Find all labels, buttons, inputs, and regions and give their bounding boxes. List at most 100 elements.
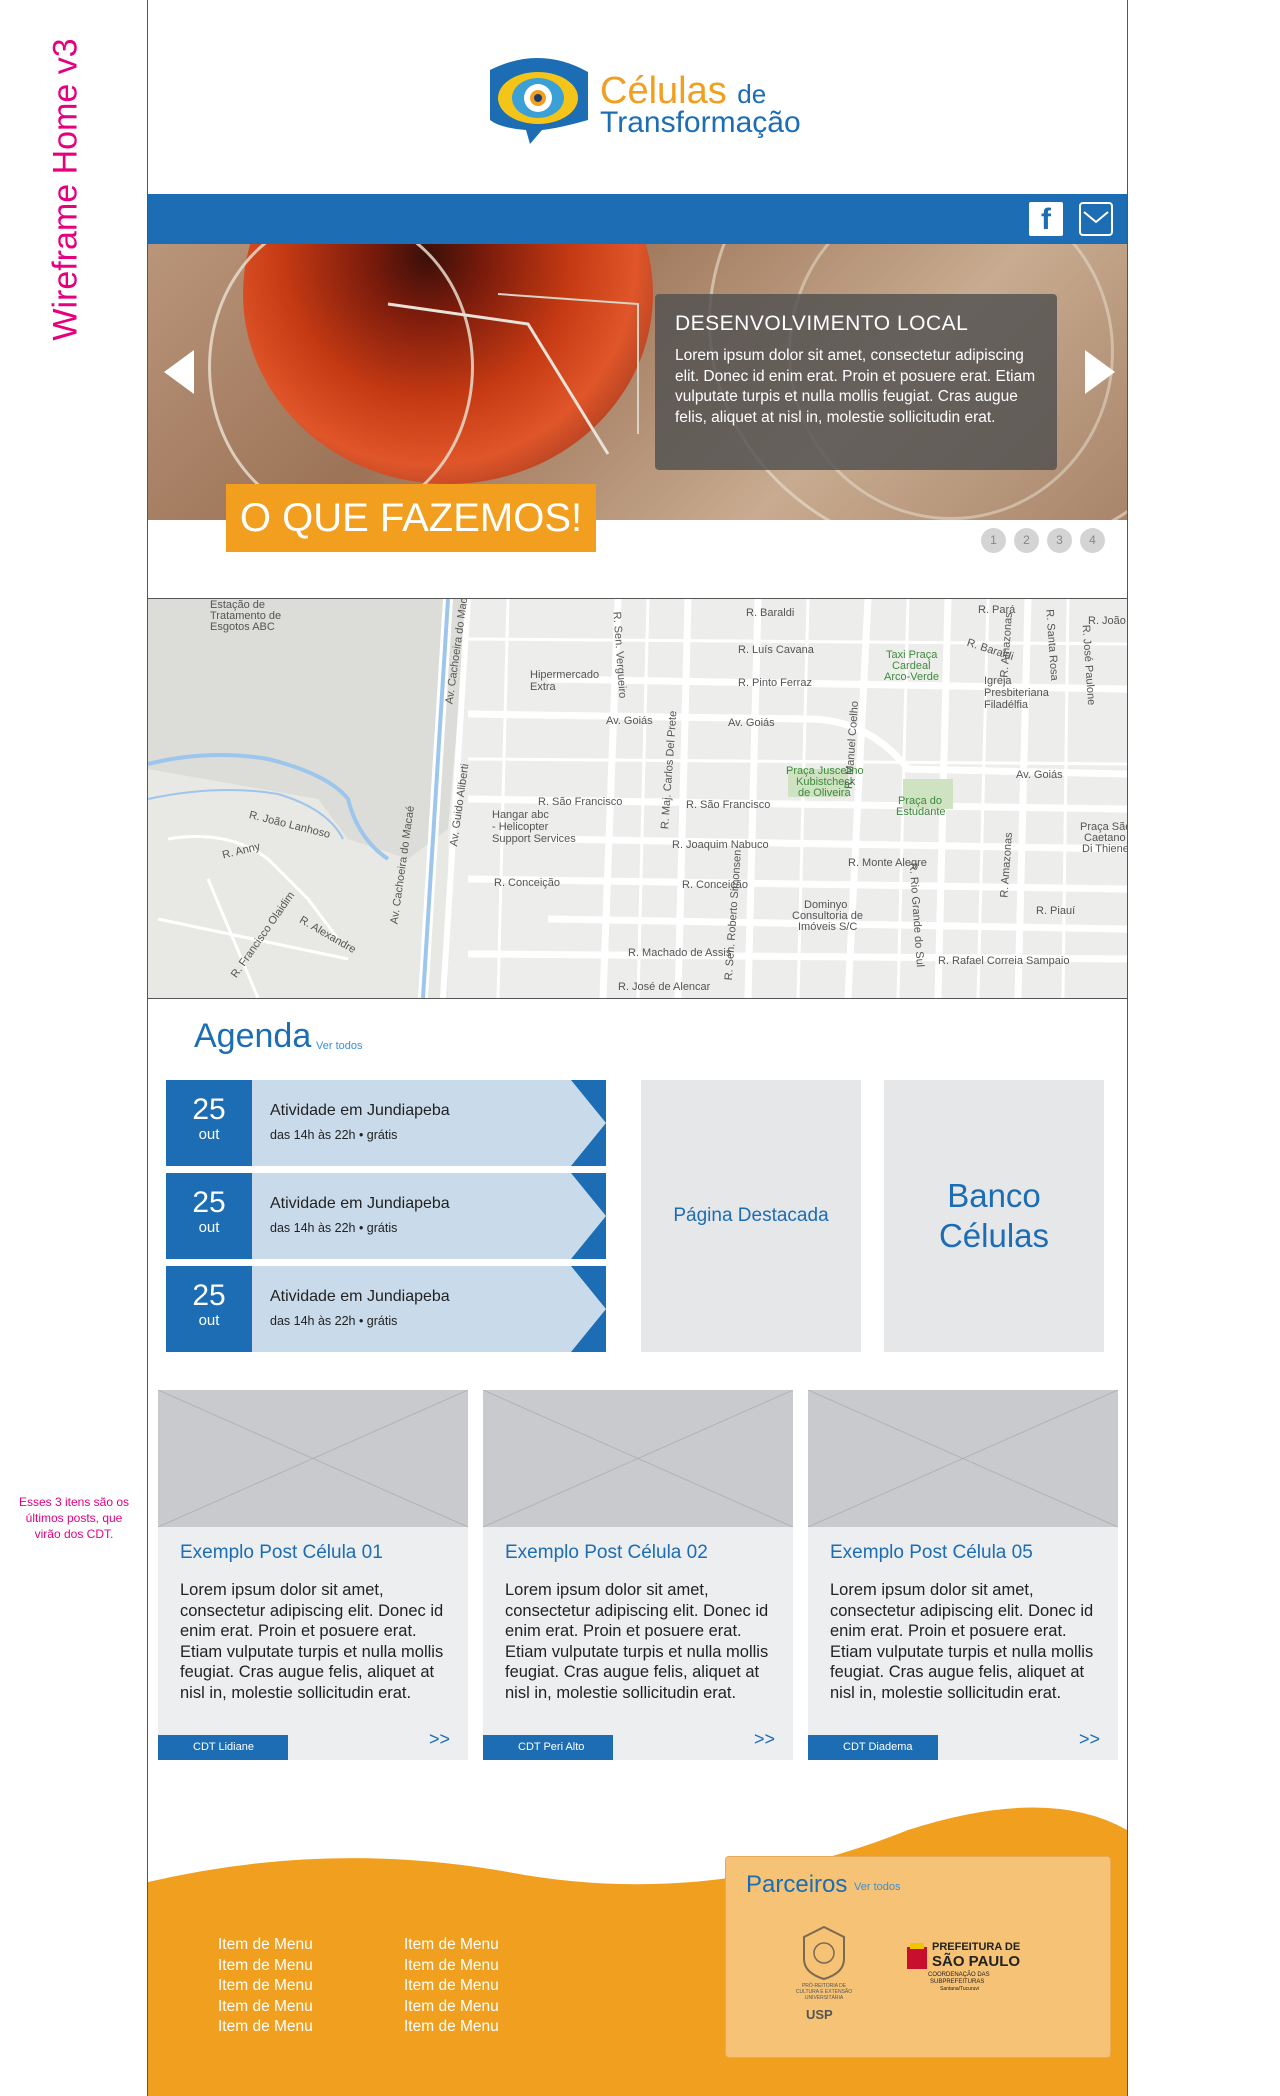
what-we-do-button[interactable]: O QUE FAZEMOS! (226, 484, 596, 552)
post-image-placeholder (808, 1390, 1118, 1527)
logo-text-transformacao: Transformação (600, 106, 801, 139)
map-label: Support Services (492, 833, 576, 845)
map-label: Di Thiene (1082, 843, 1127, 855)
footer-menu-item[interactable]: Item de Menu (404, 1997, 499, 2018)
usp-text: PRÓ-REITORIA DE CULTURA E EXTENSÃO UNIVERS… (795, 1983, 853, 2001)
featured-page-card[interactable]: Página Destacada (641, 1080, 861, 1352)
sao-paulo-text: SUBPREFEITURAS (930, 1979, 985, 1985)
map-label: Av. Goiás (1016, 769, 1063, 781)
usp-logo[interactable]: PRÓ-REITORIA DE CULTURA E EXTENSÃO UNIVERS… (792, 1923, 856, 2027)
agenda-title: Agenda (194, 1017, 312, 1055)
map-label: R. São Francisco (686, 799, 771, 811)
event-item[interactable]: 25 out Atividade em Jundiapeba das 14h à… (166, 1080, 606, 1166)
map-label: Extra (530, 681, 556, 693)
footer-menu-item[interactable]: Item de Menu (218, 2017, 313, 2038)
partners-box: Parceiros Ver todos PRÓ-REITORIA DE CULTU… (725, 1856, 1111, 2058)
post-title[interactable]: Exemplo Post Célula 05 (830, 1542, 1033, 1564)
event-date: 25 out (166, 1080, 252, 1166)
slider-prev-arrow-icon[interactable] (164, 350, 194, 394)
sao-paulo-text: SÃO PAULO (932, 1953, 1021, 1970)
wireframe-title-text: Wireframe Home v3 (46, 38, 85, 341)
event-item[interactable]: 25 out Atividade em Jundiapeba das 14h à… (166, 1266, 606, 1352)
map-label: R. Machado de Assis (628, 947, 732, 959)
site-logo[interactable]: Células de Transformação (480, 50, 810, 145)
event-time: das 14h às 22h • grátis (270, 1314, 398, 1328)
post-card[interactable]: Exemplo Post Célula 05 Lorem ipsum dolor… (808, 1390, 1118, 1760)
map-label: Arco-Verde (884, 671, 940, 683)
map-label: Hipermercado (530, 669, 600, 681)
post-source-tag[interactable]: CDT Lidiane (158, 1735, 288, 1760)
event-item[interactable]: 25 out Atividade em Jundiapeba das 14h à… (166, 1173, 606, 1259)
footer-menu-item[interactable]: Item de Menu (404, 1956, 499, 1977)
event-day: 25 (192, 1186, 226, 1219)
mail-icon[interactable] (1079, 202, 1113, 236)
post-excerpt: Lorem ipsum dolor sit amet, consectetur … (180, 1581, 444, 1702)
slider-page-dot[interactable]: 4 (1080, 528, 1105, 553)
hero-wire-hook (387, 293, 639, 455)
slider-pagination: 1 2 3 4 (981, 528, 1105, 553)
hero-slider: DESENVOLVIMENTO LOCAL Lorem ipsum dolor … (148, 244, 1127, 520)
map-label: Presbiteriana (984, 687, 1049, 699)
event-title: Atividade em Jundiapeba (270, 1102, 450, 1119)
footer-menu-item[interactable]: Item de Menu (218, 1956, 313, 1977)
post-card[interactable]: Exemplo Post Célula 02 Lorem ipsum dolor… (483, 1390, 793, 1760)
social-bar: f (148, 194, 1127, 244)
post-excerpt: Lorem ipsum dolor sit amet, consectetur … (830, 1581, 1094, 1702)
usp-seal-icon (803, 1925, 845, 1981)
sao-paulo-text: COORDENAÇÃO DAS (928, 1972, 990, 1978)
map-label: Hangar abc (492, 809, 549, 821)
post-title[interactable]: Exemplo Post Célula 02 (505, 1542, 708, 1564)
map-label: de Oliveira (798, 787, 851, 799)
post-image-placeholder (483, 1390, 793, 1527)
event-date: 25 out (166, 1173, 252, 1259)
usp-name: USP (806, 2007, 833, 2022)
map-label: R. Piauí (1036, 905, 1076, 917)
facebook-icon[interactable]: f (1029, 202, 1063, 236)
footer-menu-item[interactable]: Item de Menu (218, 1935, 313, 1956)
map-label: Estudante (896, 806, 946, 818)
post-source-tag[interactable]: CDT Peri Alto (483, 1735, 613, 1760)
map-label: R. Conceição (494, 877, 561, 889)
map-label: R. São Francisco (538, 796, 623, 808)
cell-bank-card[interactable]: Banco Células (884, 1080, 1104, 1352)
footer-menu-col-2: Item de Menu Item de Menu Item de Menu I… (404, 1935, 499, 2038)
hero-caption: DESENVOLVIMENTO LOCAL Lorem ipsum dolor … (655, 294, 1057, 470)
footer-menu-item[interactable]: Item de Menu (404, 2017, 499, 2038)
event-date: 25 out (166, 1266, 252, 1352)
partners-see-all-link[interactable]: Ver todos (854, 1881, 900, 1893)
sao-paulo-logo[interactable]: PREFEITURA DE SÃO PAULO COORDENAÇÃO DAS … (906, 1939, 1030, 2009)
footer-menu-item[interactable]: Item de Menu (404, 1935, 499, 1956)
map-label: R. Baraldi (746, 607, 795, 619)
event-time: das 14h às 22h • grátis (270, 1128, 398, 1142)
event-arrow-icon (571, 1266, 606, 1309)
slider-page-dot[interactable]: 3 (1047, 528, 1072, 553)
event-day: 25 (192, 1093, 226, 1126)
cell-bank-line2: Células (938, 1217, 1050, 1254)
footer-menu-item[interactable]: Item de Menu (218, 1997, 313, 2018)
agenda-see-all-link[interactable]: Ver todos (316, 1040, 362, 1052)
map-streets (148, 599, 1127, 998)
map-label: Filadélfia (984, 699, 1029, 711)
post-source-tag[interactable]: CDT Diadema (808, 1735, 938, 1760)
event-arrow-icon (571, 1173, 606, 1216)
post-excerpt: Lorem ipsum dolor sit amet, consectetur … (505, 1581, 769, 1702)
location-map[interactable]: Estação de Tratamento de Esgotos ABC Hip… (148, 599, 1127, 998)
map-label: Av. Goiás (728, 717, 775, 729)
map-label: R. João (1088, 615, 1126, 627)
post-more-icon[interactable]: >> (1079, 1729, 1100, 1750)
post-more-icon[interactable]: >> (754, 1729, 775, 1750)
post-card[interactable]: Exemplo Post Célula 01 Lorem ipsum dolor… (158, 1390, 468, 1760)
slider-next-arrow-icon[interactable] (1085, 350, 1115, 394)
event-month: out (198, 1219, 220, 1236)
post-title[interactable]: Exemplo Post Célula 01 (180, 1542, 383, 1564)
page-frame: Células de Transformação f DESENVOLVIMEN… (147, 0, 1128, 2096)
footer-menu-item[interactable]: Item de Menu (404, 1976, 499, 1997)
post-more-icon[interactable]: >> (429, 1729, 450, 1750)
map-label: - Helicopter (492, 821, 549, 833)
sao-paulo-text: PREFEITURA DE (932, 1941, 1021, 1953)
map-label: R. Luís Cavana (738, 644, 814, 656)
slider-page-dot[interactable]: 1 (981, 528, 1006, 553)
posts-annotation: Esses 3 itens são os últimos posts, que … (18, 1495, 130, 1541)
slider-page-dot[interactable]: 2 (1014, 528, 1039, 553)
footer-menu-item[interactable]: Item de Menu (218, 1976, 313, 1997)
